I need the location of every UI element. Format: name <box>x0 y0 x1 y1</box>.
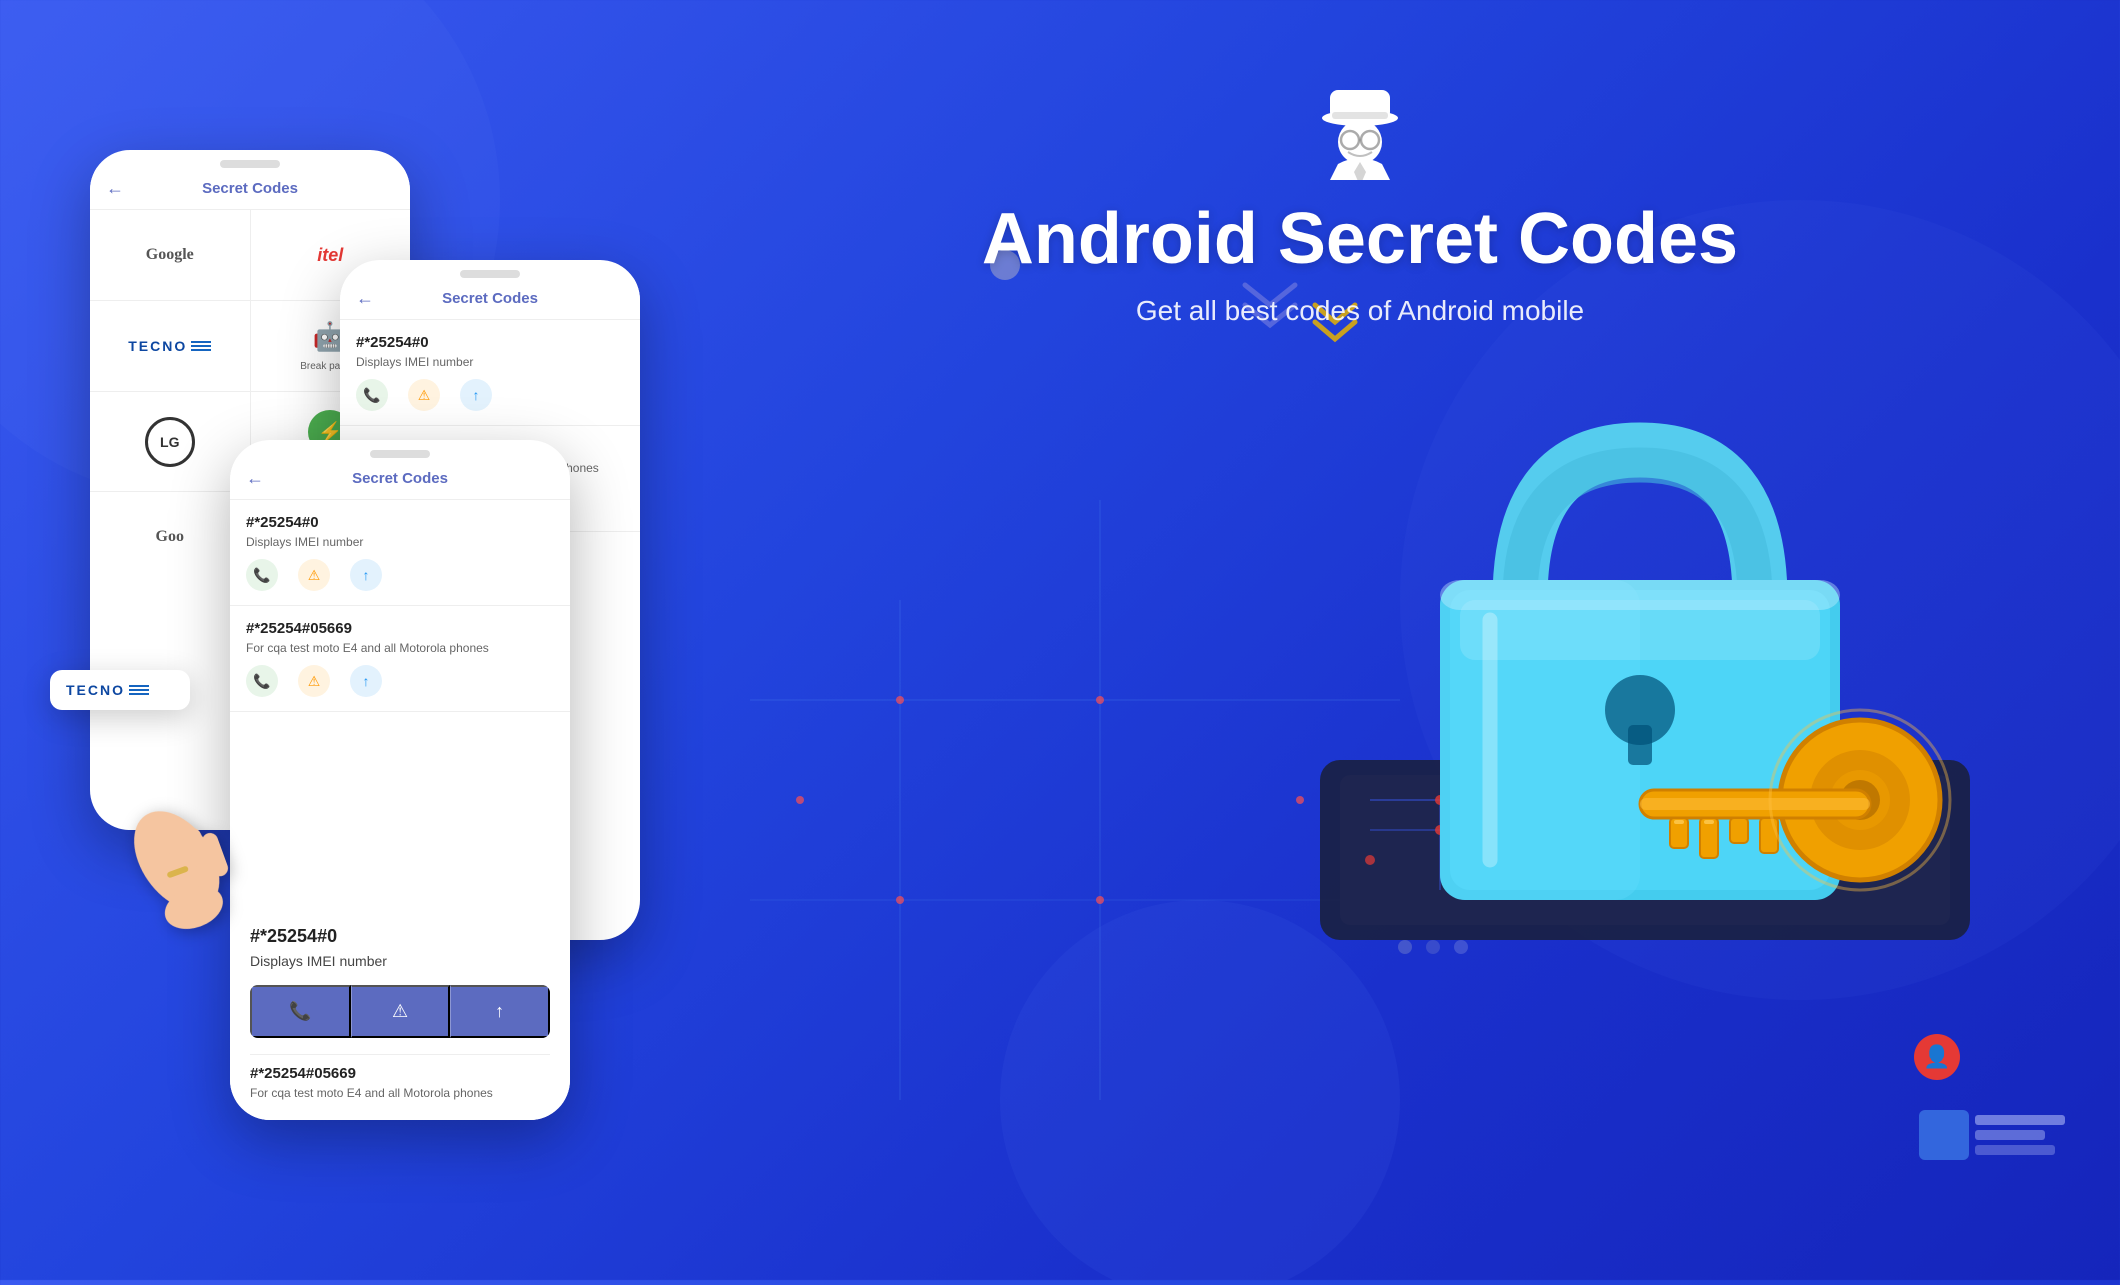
tecno-line-2 <box>191 345 211 347</box>
lg-logo: LG <box>145 417 195 467</box>
tecno-text: TECNO <box>128 338 187 354</box>
floating-tecno-text: TECNO <box>66 682 125 698</box>
phone-notch <box>220 160 280 168</box>
phone-notch-3 <box>370 450 430 458</box>
call-button-1[interactable]: 📞 <box>356 379 388 411</box>
lock-key-illustration <box>1240 280 2040 980</box>
bg-call-button-2[interactable]: 📞 <box>246 665 278 697</box>
header-area: Android Secret Codes Get all best codes … <box>700 80 2020 327</box>
screen-title-3: Secret Codes <box>352 470 448 487</box>
bg-code-item-2: #*25254#05669 For cqa test moto E4 and a… <box>230 606 570 712</box>
phone-screen-3: ← Secret Codes #*25254#0 Displays IMEI n… <box>230 458 570 1113</box>
codes-list-bg: #*25254#0 Displays IMEI number 📞 ⚠ ↑ #*2… <box>230 500 570 712</box>
tecno-lines <box>191 341 211 351</box>
ui-line-3 <box>1975 1145 2055 1155</box>
screen-title-1: Secret Codes <box>202 180 298 197</box>
next-code-value: #*25254#05669 <box>250 1065 550 1082</box>
warn-button-1[interactable]: ⚠ <box>408 379 440 411</box>
detail-code-description: Displays IMEI number <box>250 953 550 969</box>
code-desc-1: Displays IMEI number <box>356 355 624 369</box>
detail-next-section: #*25254#05669 For cqa test moto E4 and a… <box>250 1054 550 1120</box>
next-code-desc: For cqa test moto E4 and all Motorola ph… <box>250 1086 550 1100</box>
ui-decoration <box>1919 1110 2065 1160</box>
floating-tecno-line-1 <box>129 685 149 687</box>
dots-decoration <box>1395 939 1475 960</box>
bg-code-value-2: #*25254#05669 <box>246 620 554 637</box>
bg-share-button-2[interactable]: ↑ <box>350 665 382 697</box>
floating-tecno-brand: TECNO <box>66 682 174 698</box>
lg-text: LG <box>160 434 179 450</box>
brand-cell-tecno[interactable]: TECNO <box>90 301 250 391</box>
itel-logo: itel <box>317 245 343 266</box>
floating-tecno-lines <box>129 685 149 695</box>
tecno-brand-display: TECNO <box>128 338 211 354</box>
brand-cell-google[interactable]: Google <box>90 210 250 300</box>
bg-code-actions-1: 📞 ⚠ ↑ <box>246 559 554 591</box>
phone-header-3: ← Secret Codes <box>230 458 570 500</box>
avatar-icon: 👤 <box>1914 1034 1960 1080</box>
floating-brand-card[interactable]: TECNO <box>50 670 190 710</box>
phone-header-1: ← Secret Codes <box>90 168 410 210</box>
detail-panel: #*25254#0 Displays IMEI number 📞 ⚠ ↑ #*2… <box>230 906 570 1120</box>
phone-mockups-section: ← Secret Codes Google itel TECNO <box>30 100 710 1200</box>
google-logo-2: Goo <box>156 528 184 546</box>
main-app-title: Android Secret Codes <box>700 200 2020 279</box>
bg-share-button-1[interactable]: ↑ <box>350 559 382 591</box>
bg-code-item-1: #*25254#0 Displays IMEI number 📞 ⚠ ↑ <box>230 500 570 606</box>
detail-action-bar: 📞 ⚠ ↑ <box>250 985 550 1038</box>
spy-icon <box>1310 80 1410 180</box>
avatar-decoration: 👤 <box>1914 1034 1960 1080</box>
spy-icon-container <box>700 80 2020 180</box>
ui-line-1 <box>1975 1115 2065 1125</box>
floating-tecno-line-3 <box>129 693 149 695</box>
tecno-line-3 <box>191 349 211 351</box>
bg-call-button-1[interactable]: 📞 <box>246 559 278 591</box>
back-arrow-3[interactable]: ← <box>246 468 264 489</box>
ui-lines <box>1975 1115 2065 1155</box>
detail-code-value: #*25254#0 <box>250 926 550 947</box>
phone-header-2: ← Secret Codes <box>340 278 640 320</box>
bg-code-desc-1: Displays IMEI number <box>246 535 554 549</box>
brand-cell-google2[interactable]: Goo <box>90 492 250 582</box>
detail-warn-button[interactable]: ⚠ <box>351 985 451 1038</box>
phone-mockup-3: ← Secret Codes #*25254#0 Displays IMEI n… <box>230 440 570 1120</box>
detail-call-button[interactable]: 📞 <box>250 985 351 1038</box>
bg-warn-button-1[interactable]: ⚠ <box>298 559 330 591</box>
floating-tecno-line-2 <box>129 689 149 691</box>
share-button-1[interactable]: ↑ <box>460 379 492 411</box>
code-actions-1: 📞 ⚠ ↑ <box>356 379 624 411</box>
bg-code-value-1: #*25254#0 <box>246 514 554 531</box>
bg-warn-button-2[interactable]: ⚠ <box>298 665 330 697</box>
back-arrow-icon[interactable]: ← <box>106 178 124 199</box>
brand-cell-lg[interactable]: LG <box>90 392 250 491</box>
phone-notch-2 <box>460 270 520 278</box>
code-item-1[interactable]: #*25254#0 Displays IMEI number 📞 ⚠ ↑ <box>340 320 640 426</box>
tecno-line-1 <box>191 341 211 343</box>
bg-code-actions-2: 📞 ⚠ ↑ <box>246 665 554 697</box>
detail-share-button[interactable]: ↑ <box>450 985 550 1038</box>
ui-line-2 <box>1975 1130 2045 1140</box>
bg-code-desc-2: For cqa test moto E4 and all Motorola ph… <box>246 641 554 655</box>
screen-title-2: Secret Codes <box>442 290 538 307</box>
code-value-1: #*25254#0 <box>356 334 624 351</box>
app-subtitle: Get all best codes of Android mobile <box>700 295 2020 327</box>
back-arrow-2[interactable]: ← <box>356 288 374 309</box>
ui-blue-block <box>1919 1110 1969 1160</box>
google-logo: Google <box>146 246 194 264</box>
